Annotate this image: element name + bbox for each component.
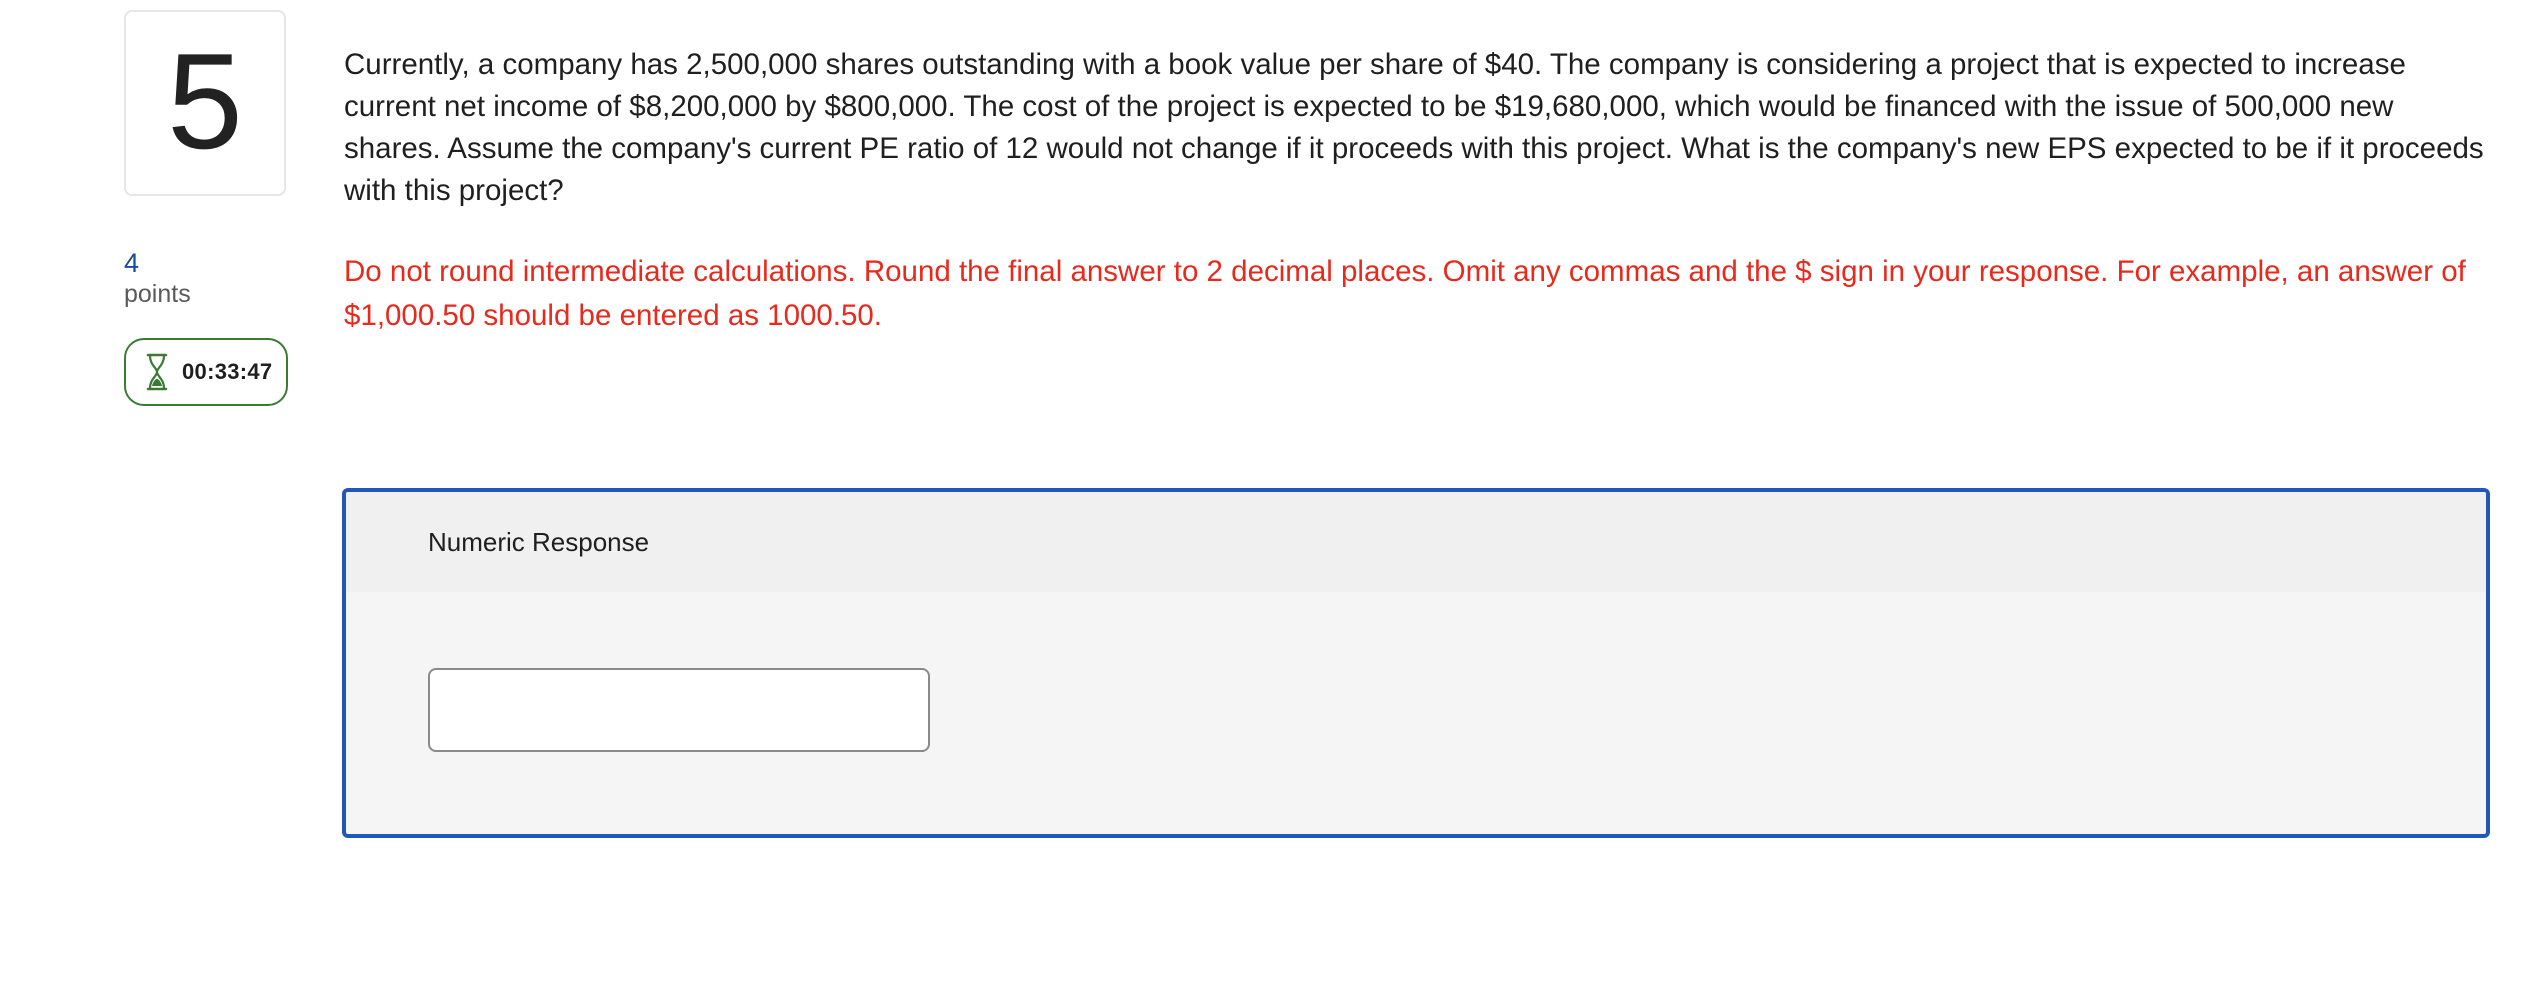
question-number: 5 — [167, 25, 243, 177]
hourglass-icon — [144, 352, 170, 392]
question-number-box: 5 — [124, 10, 286, 196]
timer-value: 00:33:47 — [182, 359, 273, 384]
numeric-answer-input[interactable] — [428, 668, 930, 752]
question-sidebar: 5 4 points 00:33:47 — [124, 10, 290, 406]
question-content: Currently, a company has 2,500,000 share… — [344, 44, 2494, 338]
points-value: 4 — [124, 248, 140, 278]
response-label: Numeric Response — [428, 526, 650, 557]
numeric-response-panel: Numeric Response — [342, 488, 2490, 838]
response-header: Numeric Response — [346, 492, 2486, 592]
points-label: points — [124, 280, 191, 308]
timer[interactable]: 00:33:47 — [124, 338, 288, 406]
response-body — [346, 592, 2486, 752]
question-text: Currently, a company has 2,500,000 share… — [344, 48, 2484, 207]
question-instructions: Do not round intermediate calculations. … — [344, 255, 2466, 332]
